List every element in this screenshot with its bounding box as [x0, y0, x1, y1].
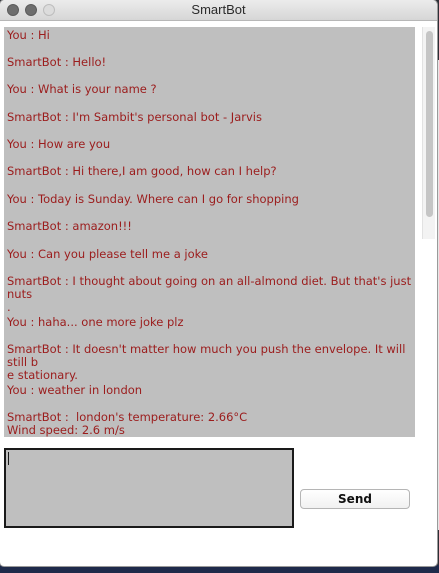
chat-message: You : weather in london — [7, 383, 143, 397]
message-input[interactable] — [4, 448, 294, 528]
chat-transcript[interactable]: You : Hi SmartBot : Hello! You : What is… — [4, 27, 415, 437]
chat-message: SmartBot : It doesn't matter how much yo… — [7, 342, 406, 382]
chat-message: You : How are you — [7, 137, 111, 151]
chat-message: SmartBot : Hello! — [7, 55, 107, 69]
chat-message: SmartBot : I'm Sambit's personal bot - J… — [7, 110, 262, 124]
text-cursor — [8, 452, 9, 465]
scrollbar-thumb[interactable] — [426, 31, 433, 217]
chat-message: You : Hi — [7, 28, 50, 42]
window-title: SmartBot — [191, 2, 246, 17]
chat-message: SmartBot : Hi there,I am good, how can I… — [7, 164, 277, 178]
chat-scrollbar[interactable] — [422, 27, 435, 239]
app-window: SmartBot You : Hi SmartBot : Hello! You … — [0, 0, 437, 566]
send-button[interactable]: Send — [300, 489, 410, 509]
title-bar[interactable]: SmartBot — [0, 0, 437, 21]
chat-message: You : Can you please tell me a joke — [7, 247, 208, 261]
chat-message: SmartBot : I thought about going on an a… — [7, 274, 412, 314]
desktop-background — [0, 565, 439, 573]
chat-message: SmartBot : amazon!!! — [7, 219, 132, 233]
chat-message: You : Today is Sunday. Where can I go fo… — [7, 192, 299, 206]
chat-message: You : What is your name ? — [7, 82, 157, 96]
chat-message: You : haha... one more joke plz — [7, 315, 184, 329]
chat-message: SmartBot : london's temperature: 2.66°C … — [7, 410, 248, 437]
